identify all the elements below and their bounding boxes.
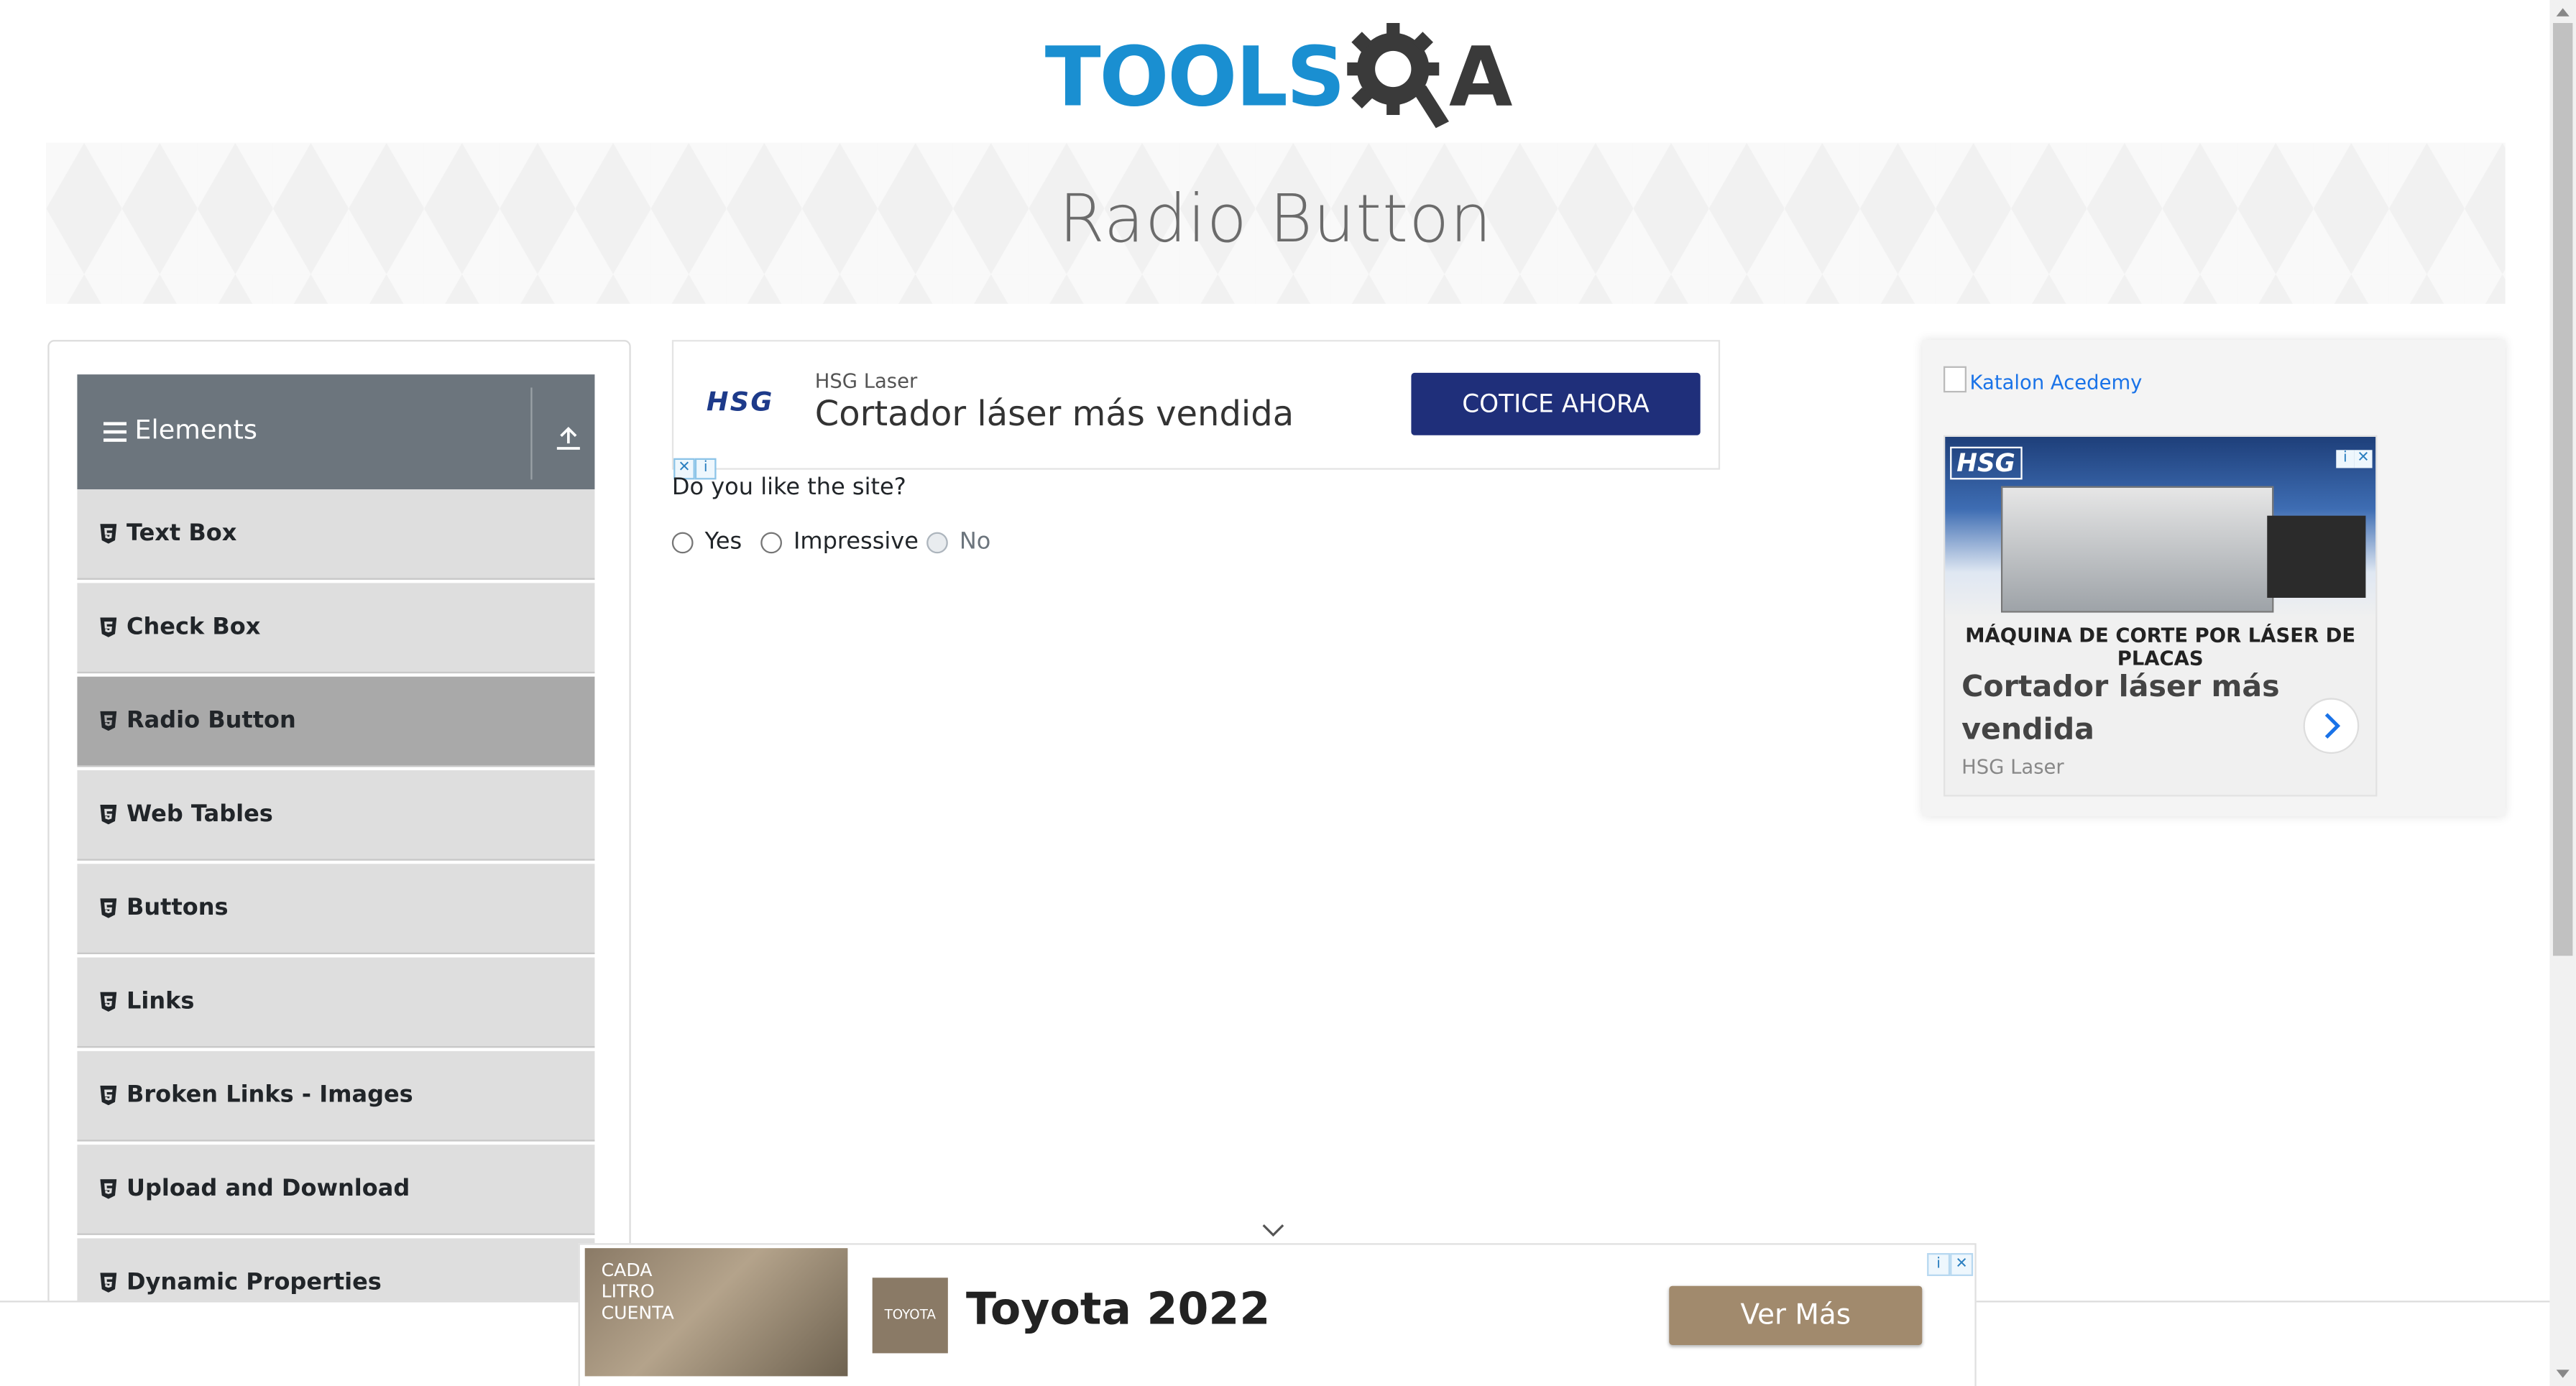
info-icon[interactable]: i [2336, 450, 2355, 468]
right-ad-panel: Katalon Acedemy HSG i ✕ MÁQUINA DE CORTE … [1922, 340, 2506, 816]
sidebar-item-label: Web Tables [126, 801, 273, 828]
scroll-up-arrow-icon[interactable] [2556, 6, 2570, 17]
html5-icon [100, 1272, 117, 1293]
logo-letter-a: A [1448, 29, 1513, 125]
html5-icon [100, 711, 117, 731]
html5-icon [100, 898, 117, 918]
machine-head [2267, 515, 2366, 598]
close-icon[interactable]: ✕ [1950, 1252, 1974, 1276]
ad-cta-button[interactable]: COTICE AHORA [1411, 372, 1701, 435]
sidebar-item-check-box[interactable]: Check Box [77, 583, 595, 674]
toyota-ad-image[interactable]: CADA LITRO CUENTA [584, 1248, 848, 1377]
ad-choices-controls: ✕ i [673, 447, 717, 480]
close-icon[interactable]: ✕ [2354, 450, 2373, 468]
ad-advertiser: HSG Laser [814, 369, 918, 393]
ad-caption: MÁQUINA DE CORTE POR LÁSER DE PLACAS [1965, 624, 2356, 670]
sidebar-item-text-box[interactable]: Text Box [77, 489, 595, 580]
sidebar-item-label: Buttons [126, 895, 229, 922]
info-icon[interactable]: i [1927, 1252, 1951, 1276]
ad-headline[interactable]: Cortador láser más vendida [1961, 667, 2290, 752]
radio-circle [926, 532, 948, 554]
chevron-down-icon[interactable] [1261, 1222, 1284, 1239]
group-title: Elements [134, 413, 257, 445]
vertical-scrollbar[interactable] [2549, 0, 2576, 1386]
sidebar-item-label: Broken Links - Images [126, 1082, 413, 1109]
laser-machine-image[interactable]: HSG [1945, 436, 2376, 618]
sidebar-item-label: Upload and Download [126, 1175, 410, 1203]
sidebar-item-broken-links-images[interactable]: Broken Links - Images [77, 1050, 595, 1142]
html5-icon [100, 524, 117, 544]
sidebar-menu: Text Box Check Box Radio Button Web Tabl… [77, 489, 595, 1332]
logo-text: TOYOTA [884, 1307, 936, 1322]
html5-icon [100, 1085, 117, 1106]
broken-image-alt-text: Katalon Acedemy [1969, 371, 2143, 394]
scroll-down-arrow-icon[interactable] [2556, 1369, 2570, 1380]
ad-brand-logo: HSG [706, 386, 774, 417]
bottom-ad-banner[interactable]: CADA LITRO CUENTA TOYOTA Toyota 2022 Ver… [578, 1243, 1977, 1386]
broken-image-link[interactable]: Katalon Acedemy [1943, 366, 2143, 394]
logo-text: TOOLS [1044, 29, 1346, 125]
toolsqa-logo[interactable]: TOOLS A [1045, 19, 1513, 131]
page-banner: Radio Button [45, 142, 2506, 304]
question-text: Do you like the site? [671, 474, 906, 502]
ad-advertiser: HSG Laser [1961, 755, 2064, 779]
scrollbar-thumb[interactable] [2552, 22, 2573, 956]
laser-ad-card[interactable]: HSG i ✕ MÁQUINA DE CORTE POR LÁSER DE PLA… [1943, 435, 2378, 797]
elements-group-header[interactable]: Elements [77, 374, 595, 490]
toyota-logo: TOYOTA [872, 1278, 948, 1354]
gear-magnifier-icon [1347, 22, 1449, 129]
ad-choices-controls: i ✕ [1927, 1243, 1974, 1276]
html5-icon [100, 992, 117, 1012]
ad-headline[interactable]: Cortador láser más vendida [815, 394, 1294, 434]
sidebar-item-label: Check Box [126, 614, 261, 641]
radio-label: No [959, 528, 991, 555]
html5-icon [100, 617, 117, 637]
radio-circle[interactable] [760, 532, 782, 554]
sidebar-item-upload-and-download[interactable]: Upload and Download [77, 1145, 595, 1235]
html5-icon [100, 804, 117, 825]
radio-circle[interactable] [671, 532, 694, 554]
ad-title[interactable]: Toyota 2022 [966, 1284, 1270, 1335]
ver-mas-button[interactable]: Ver Más [1669, 1285, 1923, 1345]
broken-image-icon [1943, 366, 1966, 393]
page-title: Radio Button [1059, 182, 1493, 258]
chevron-right-icon[interactable] [2303, 698, 2360, 754]
radio-label[interactable]: Yes [705, 529, 742, 555]
sidebar-item-label: Dynamic Properties [126, 1269, 382, 1296]
sidebar-item-radio-button[interactable]: Radio Button [77, 676, 595, 767]
hamburger-icon [103, 422, 126, 442]
page: TOOLS A Radio Button Elements Text Box C… [0, 0, 2576, 1386]
sidebar-item-label: Links [126, 988, 195, 1015]
sidebar-item-buttons[interactable]: Buttons [77, 864, 595, 954]
sidebar-item-links[interactable]: Links [77, 957, 595, 1048]
ad-choices-controls: i ✕ [2336, 437, 2375, 468]
sidebar-item-label: Radio Button [126, 708, 296, 734]
machine-body [2000, 486, 2274, 613]
collapse-arrow-up-icon[interactable] [551, 420, 586, 453]
tile-text: CADA LITRO CUENTA [601, 1260, 674, 1324]
image-brand: HSG [1950, 446, 2022, 480]
header-divider [530, 387, 533, 480]
sidebar-item-web-tables[interactable]: Web Tables [77, 770, 595, 861]
radio-label[interactable]: Impressive [794, 529, 919, 555]
html5-icon [100, 1179, 117, 1199]
sidebar-item-label: Text Box [126, 520, 237, 548]
top-ad-banner[interactable]: HSG HSG Laser Cortador láser más vendida… [671, 340, 1721, 470]
